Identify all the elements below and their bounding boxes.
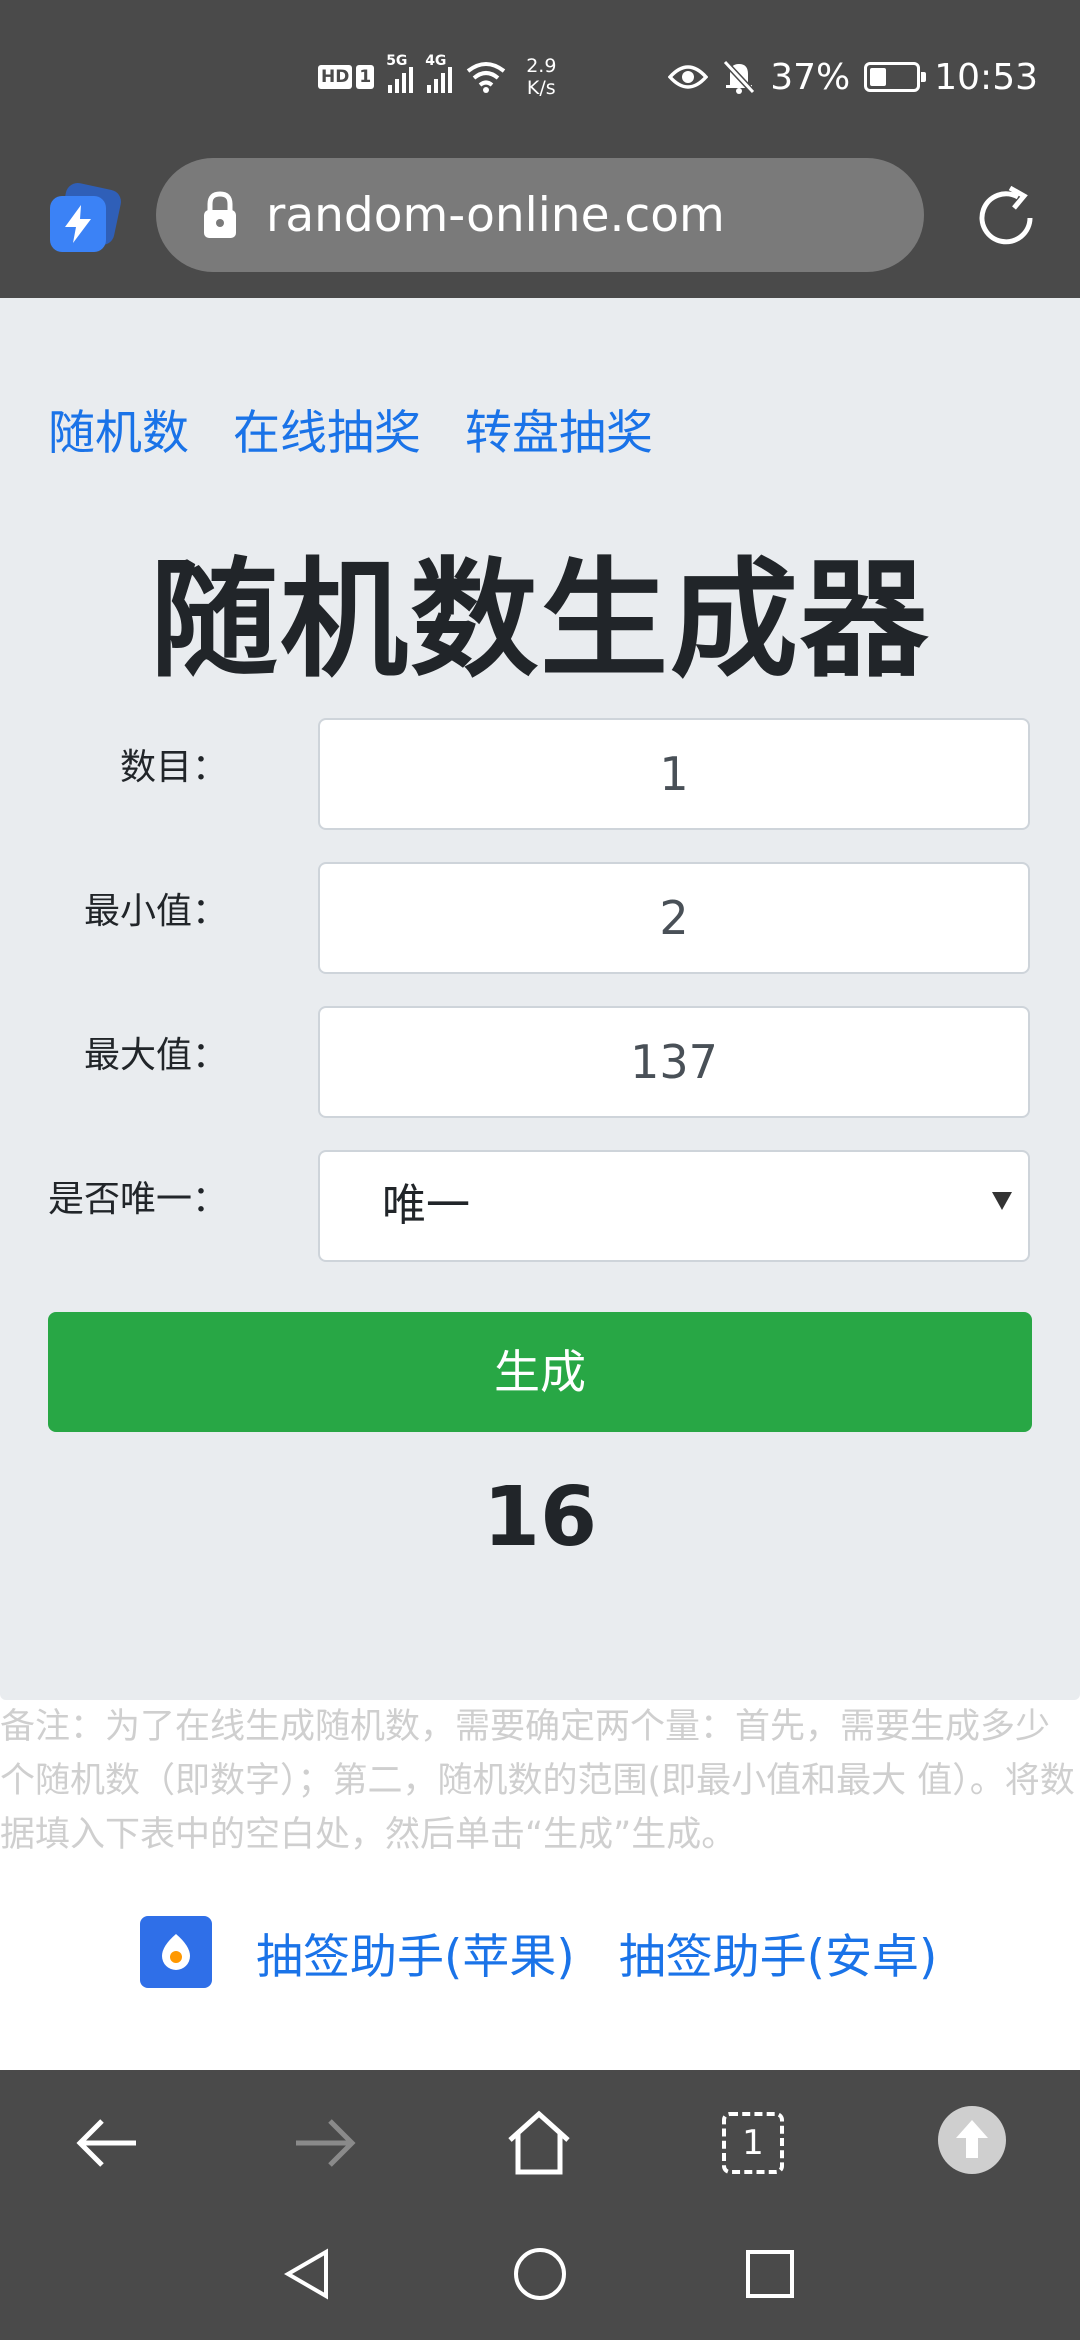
status-bar: HD 1 5G 4G 2.9 K/s 37% 10:53 [0,0,1080,150]
browser-logo-icon[interactable] [48,180,124,258]
min-input[interactable]: 2 [318,862,1030,974]
system-back-icon[interactable] [278,2244,338,2304]
system-home-icon[interactable] [510,2244,570,2304]
url-bar[interactable]: random-online.com [156,158,924,272]
helper-app-row: 抽签助手(苹果) 抽签助手(安卓) [140,1914,981,1990]
unique-row: 是否唯一： 唯一 [0,1150,1080,1262]
signal-5g-icon: 5G [386,53,414,93]
browser-address-bar: random-online.com [0,150,1080,298]
nav-link-random-number[interactable]: 随机数 [48,394,189,463]
max-input[interactable]: 137 [318,1006,1030,1118]
menu-upload-button[interactable] [938,2106,1006,2174]
generate-button[interactable]: 生成 [48,1312,1032,1432]
refresh-icon[interactable] [968,180,1044,256]
max-row: 最大值： 137 [0,1006,1080,1118]
clock: 10:53 [934,56,1038,98]
home-icon[interactable] [504,2108,574,2178]
system-recents-icon[interactable] [740,2244,800,2304]
signal-4g-label: 4G [425,53,447,69]
hd-icon: HD 1 [318,65,375,89]
count-input[interactable]: 1 [318,718,1030,830]
battery-icon [864,62,927,92]
unique-select[interactable]: 唯一 [318,1150,1030,1262]
max-label: 最大值： [83,1035,228,1076]
count-row: 数目： 1 [0,718,1080,830]
forward-arrow-icon[interactable] [290,2108,360,2178]
top-nav: 随机数 在线抽奖 转盘抽奖 [48,394,653,463]
helper-app-icon[interactable] [140,1916,212,1988]
tabs-count: 1 [742,2123,764,2163]
nav-link-wheel-lottery[interactable]: 转盘抽奖 [465,394,653,463]
generator-panel: 随机数 在线抽奖 转盘抽奖 随机数生成器 数目： 1 最小值： 2 最大值： 1… [0,298,1080,1700]
signal-5g-label: 5G [386,53,408,69]
result-value: 16 [482,1470,598,1565]
signal-4g-icon: 4G [425,53,453,93]
url-text: random-online.com [266,187,725,243]
upload-arrow-icon [956,2120,988,2158]
nav-link-online-lottery[interactable]: 在线抽奖 [233,394,421,463]
lock-icon [204,191,236,238]
wifi-icon [466,62,506,93]
mute-bell-icon [723,59,756,95]
helper-android-link[interactable]: 抽签助手(安卓) [619,1918,938,1987]
battery-percent: 37% [770,56,851,98]
count-label: 数目： [119,747,228,788]
status-icons-left: HD 1 5G 4G 2.9 K/s [318,52,556,102]
speed-value: 2.9 [526,55,557,77]
back-arrow-icon[interactable] [72,2108,142,2178]
unique-label: 是否唯一： [47,1179,228,1220]
note-text: 备注：为了在线生成随机数，需要确定两个量：首先，需要生成多少个随机数（即数字）；… [0,1707,1075,1855]
dropdown-caret-icon [992,1192,1012,1210]
unique-select-value: 唯一 [382,1180,470,1231]
browser-toolbar: 1 [0,2070,1080,2210]
network-speed: 2.9 K/s [526,55,556,99]
page-title: 随机数生成器 [149,546,930,695]
helper-ios-link[interactable]: 抽签助手(苹果) [256,1918,575,1987]
hd-label: HD [318,65,353,89]
sim-label: 1 [356,65,375,89]
speed-unit: K/s [526,77,556,99]
min-label: 最小值： [83,891,228,932]
status-icons-right: 37% 10:53 [668,52,1038,102]
eye-icon [668,65,709,89]
min-row: 最小值： 2 [0,862,1080,974]
tabs-button[interactable]: 1 [722,2112,784,2174]
system-nav-bar [0,2210,1080,2340]
